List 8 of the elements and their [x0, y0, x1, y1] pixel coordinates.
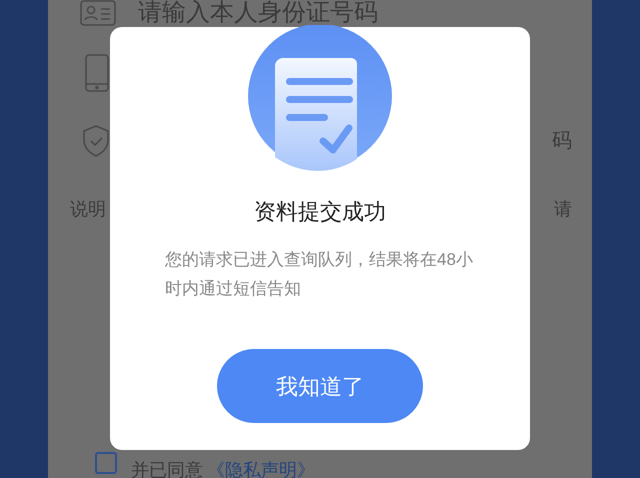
acknowledge-button[interactable]: 我知道了 — [217, 349, 423, 423]
shield-icon — [82, 125, 110, 157]
dialog-title: 资料提交成功 — [254, 198, 386, 226]
document-check-icon — [245, 25, 395, 171]
dialog-message: 您的请求已进入查询队列，结果将在48小时内通过短信告知 — [165, 249, 474, 300]
id-card-icon — [80, 0, 116, 26]
phone-icon — [85, 54, 109, 92]
agreement-checkbox[interactable] — [95, 452, 117, 474]
